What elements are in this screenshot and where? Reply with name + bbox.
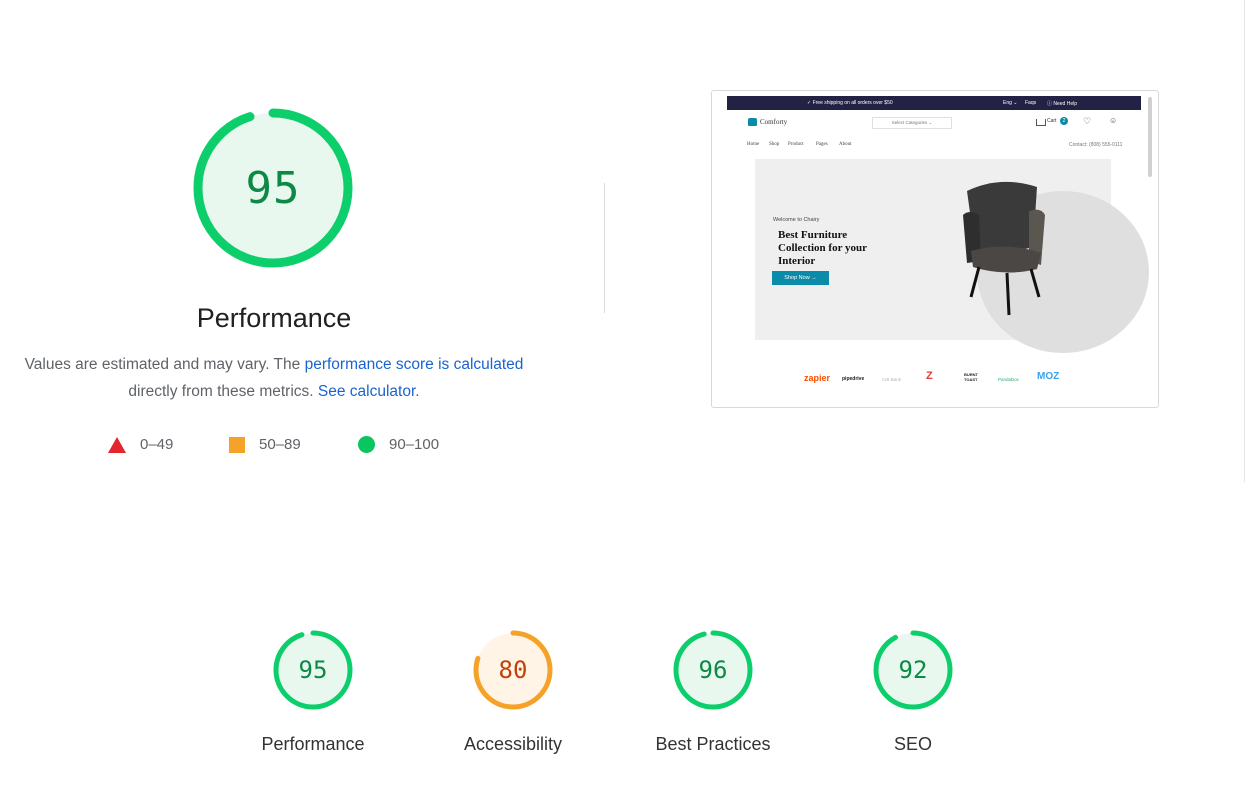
cart-icon (1036, 119, 1046, 126)
brand-logo: CIB Bank (882, 377, 902, 382)
cart-count-badge: 2 (1060, 117, 1068, 125)
hero-welcome: Welcome to Chairy (773, 217, 820, 223)
triangle-icon (108, 436, 126, 453)
divider (604, 183, 605, 313)
contact-text: Contact: (808) 555-0111 (1069, 142, 1123, 148)
brand-logo: MOZ (1037, 371, 1060, 382)
seo-category-score: 92 (898, 656, 928, 684)
legend-fail-label: 0–49 (140, 436, 174, 453)
hero-heading-line: Interior (778, 255, 816, 267)
cart-label: Cart (1047, 118, 1057, 124)
nav-product: Product (788, 142, 804, 147)
legend-pass-label: 90–100 (389, 436, 440, 453)
performance-score: 95 (245, 162, 301, 214)
accessibility-category-score: 80 (498, 656, 528, 684)
performance-title: Performance (196, 303, 352, 333)
user-icon: ☺ (1109, 116, 1118, 125)
calculator-link[interactable]: See calculator. (318, 383, 420, 400)
chair-image (963, 181, 1045, 316)
brand-logo: Z (926, 370, 933, 382)
legend-fail: 0–49 (108, 436, 173, 453)
performance-category-score: 95 (298, 656, 328, 684)
hero-heading-line: Collection for your (778, 242, 868, 254)
performance-category-label[interactable]: Performance (233, 734, 393, 755)
nav-about: About (839, 142, 852, 147)
brand-logo: BURNT TOAST (964, 372, 978, 382)
legend-pass: 90–100 (358, 436, 439, 453)
heart-icon: ♡ (1083, 116, 1092, 126)
note-text: directly from these metrics. (128, 383, 318, 400)
nav-home: Home (747, 142, 760, 147)
shipping-text: ✓ Free shipping on all orders over $50 (807, 100, 893, 106)
metrics-note: Values are estimated and may vary. The p… (0, 356, 548, 374)
nav-pages: Pages (816, 142, 828, 147)
seo-category-label[interactable]: SEO (833, 734, 993, 755)
legend-average: 50–89 (229, 436, 301, 453)
brand-logo: zapier (804, 373, 831, 383)
note-text: Values are estimated and may vary. The (24, 356, 305, 373)
metrics-note-continued: directly from these metrics. See calcula… (0, 383, 548, 401)
screenshot-scrollbar (1148, 97, 1152, 177)
screenshot-logo: Comforty (760, 118, 788, 126)
legend-average-label: 50–89 (259, 436, 301, 453)
final-screenshot[interactable]: ✓ Free shipping on all orders over $50 E… (711, 90, 1159, 408)
screenshot-topbar: ✓ Free shipping on all orders over $50 E… (727, 96, 1141, 110)
hero-heading-line: Best Furniture (778, 229, 848, 241)
best-practices-category-score: 96 (698, 656, 728, 684)
shop-now-button: Shop Now → (772, 271, 829, 285)
nav-shop: Shop (769, 142, 780, 147)
brand-logo: PandaDoc (998, 377, 1020, 382)
panel-border (1244, 0, 1245, 482)
category-select: Select Categories ⌄ (872, 117, 952, 129)
circle-icon (358, 436, 375, 453)
hero-banner: Welcome to Chairy Best Furniture Collect… (755, 159, 1149, 353)
chair-logo-icon (748, 118, 757, 126)
best-practices-category-label[interactable]: Best Practices (633, 734, 793, 755)
square-icon (229, 436, 245, 453)
language-text: Eng ⌄ (1003, 100, 1018, 106)
score-calculated-link[interactable]: performance score is calculated (305, 356, 524, 373)
accessibility-category-label[interactable]: Accessibility (433, 734, 593, 755)
brand-logo: pipedrive (842, 376, 865, 382)
faqs-text: Faqs (1025, 100, 1037, 106)
help-text: ⓘ Need Help (1047, 101, 1078, 107)
